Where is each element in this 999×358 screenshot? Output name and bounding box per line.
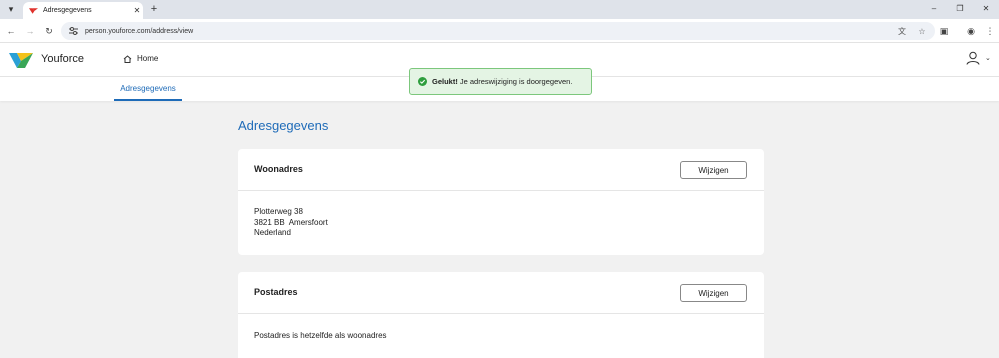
- back-icon[interactable]: ←: [3, 23, 19, 39]
- youforce-favicon-icon: [29, 7, 38, 14]
- minimize-icon[interactable]: –: [921, 0, 947, 17]
- tab-search-icon[interactable]: ▾: [4, 2, 18, 16]
- address-country: Nederland: [254, 228, 291, 237]
- browser-menu-icon[interactable]: ⋮: [982, 23, 998, 39]
- edit-woonadres-button[interactable]: Wijzigen: [680, 161, 747, 179]
- home-label: Home: [137, 54, 159, 63]
- toast-title: Gelukt!: [432, 77, 458, 86]
- card-title: Postadres: [254, 287, 298, 297]
- restore-icon[interactable]: ❐: [947, 0, 973, 17]
- address-block: Plotterweg 38 3821 BB Amersfoort Nederla…: [238, 191, 764, 239]
- tab-title: Adresgegevens: [43, 7, 92, 14]
- address-bar[interactable]: person.youforce.com/address/view 文 ☆: [61, 22, 935, 40]
- edit-postadres-button[interactable]: Wijzigen: [680, 284, 747, 302]
- home-link[interactable]: Home: [123, 54, 158, 63]
- youforce-logo-icon[interactable]: [9, 50, 33, 70]
- user-menu-button[interactable]: ⌄: [966, 51, 991, 65]
- new-tab-button[interactable]: +: [147, 2, 161, 16]
- translate-icon[interactable]: 文: [895, 24, 909, 38]
- user-icon: [966, 51, 980, 65]
- toast-message: Je adreswijziging is doorgegeven.: [459, 77, 573, 86]
- browser-tabstrip: ▾ Adresgegevens ✕ + – ❐ ✕: [0, 0, 999, 19]
- reload-icon[interactable]: ↻: [41, 23, 57, 39]
- woonadres-card: Woonadres Wijzigen Plotterweg 38 3821 BB…: [238, 149, 764, 255]
- success-toast: Gelukt! Je adreswijziging is doorgegeven…: [409, 68, 592, 95]
- url-text: person.youforce.com/address/view: [85, 27, 194, 35]
- bookmark-star-icon[interactable]: ☆: [915, 24, 929, 38]
- forward-icon[interactable]: →: [22, 23, 38, 39]
- window-controls: – ❐ ✕: [921, 0, 999, 19]
- card-header: Postadres Wijzigen: [238, 272, 764, 314]
- postadres-note: Postadres is hetzelfde als woonadres: [238, 314, 764, 342]
- profile-icon[interactable]: ◉: [963, 23, 979, 39]
- page-title: Adresgegevens: [238, 118, 329, 133]
- address-street: Plotterweg 38: [254, 207, 303, 216]
- home-icon: [123, 54, 132, 63]
- chevron-down-icon: ⌄: [985, 55, 991, 62]
- browser-tab[interactable]: Adresgegevens ✕: [23, 2, 143, 19]
- card-title: Woonadres: [254, 164, 303, 174]
- site-info-icon[interactable]: [67, 25, 79, 37]
- check-circle-icon: [418, 77, 427, 86]
- card-header: Woonadres Wijzigen: [238, 149, 764, 191]
- close-window-icon[interactable]: ✕: [973, 0, 999, 17]
- postadres-text: Postadres is hetzelfde als woonadres: [254, 331, 387, 340]
- tab-close-icon[interactable]: ✕: [131, 6, 143, 15]
- extensions-icon[interactable]: ▣: [936, 23, 952, 39]
- browser-toolbar: ← → ↻ person.youforce.com/address/view 文…: [0, 19, 999, 43]
- address-postcode-city: 3821 BB Amersfoort: [254, 217, 328, 227]
- brand-name: Youforce: [41, 53, 85, 65]
- tab-adresgegevens[interactable]: Adresgegevens: [114, 77, 182, 101]
- postadres-card: Postadres Wijzigen Postadres is hetzelfd…: [238, 272, 764, 358]
